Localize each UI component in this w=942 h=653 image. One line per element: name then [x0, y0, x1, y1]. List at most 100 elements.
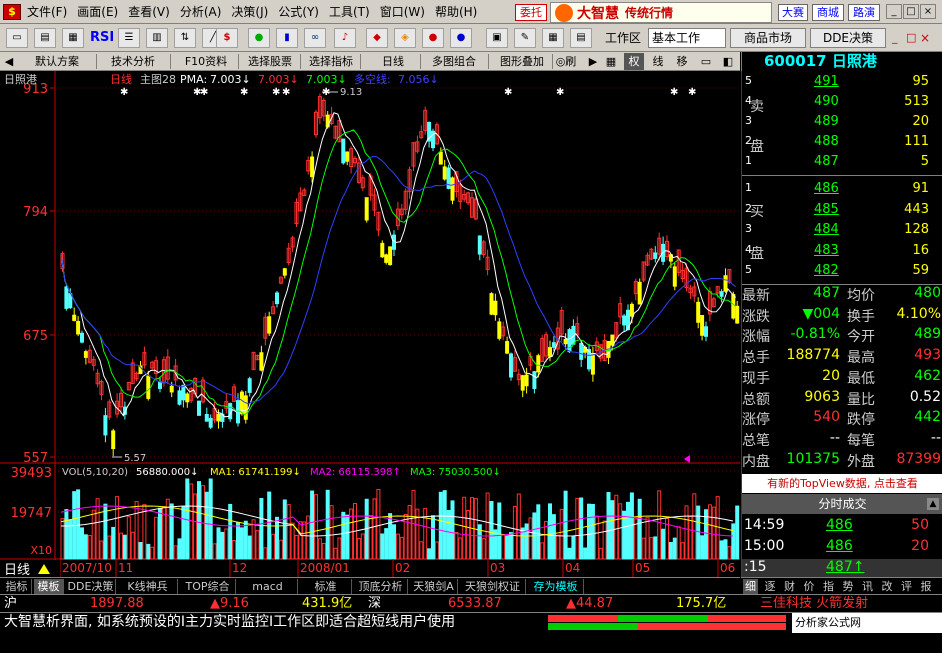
nav-select-indicator[interactable]: 选择指标	[302, 53, 360, 70]
nav-expand-icon[interactable]: ◧	[720, 53, 736, 70]
binoculars-icon[interactable]: ∞	[304, 28, 326, 48]
ticks-scroll-icon[interactable]: ▲	[927, 498, 939, 510]
nav-refresh[interactable]: ◎刷	[552, 53, 580, 70]
detail-tab[interactable]: 报	[919, 579, 934, 594]
rsi-button[interactable]: RSI	[90, 29, 114, 47]
template-tab[interactable]: 天狼剑A	[410, 579, 458, 594]
chart-panel[interactable]: 913 794 675 557 39493 19747 日照港 日线 主图28 PMA: 7.003…	[0, 71, 740, 578]
sub-restore-button[interactable]: □	[906, 29, 916, 47]
buy-row[interactable]: 1 486 91	[742, 181, 942, 201]
template-tab[interactable]: 顶底分析	[354, 579, 408, 594]
buy-row[interactable]: 2 485 443	[742, 202, 942, 222]
menu-window[interactable]: 窗口(W)	[378, 3, 433, 20]
buy-row[interactable]: 5 482 59	[742, 263, 942, 283]
nav-grid-icon[interactable]: ▦	[604, 53, 618, 70]
nav-left-arrow-icon[interactable]: ◀	[2, 53, 16, 70]
topview-link[interactable]: 有新的TopView数据, 点击查看	[742, 474, 942, 493]
open-folder-icon[interactable]: ▭	[6, 28, 28, 48]
dollar-icon[interactable]: $	[216, 28, 238, 48]
nav-select-stock[interactable]: 选择股票	[240, 53, 300, 70]
nav-play-icon[interactable]: ▶	[586, 53, 600, 70]
menu-decision[interactable]: 决策(J)	[229, 3, 276, 20]
minimize-button[interactable]: _	[886, 4, 902, 19]
template-tab[interactable]: 存为模板	[528, 579, 584, 594]
alarm-icon[interactable]: ♪	[334, 28, 356, 48]
volume-bar	[224, 528, 229, 560]
nav-rights[interactable]: 权	[624, 53, 644, 70]
template-tab[interactable]: K线神兵	[118, 579, 178, 594]
candlestick-chart[interactable]: 9137946755573949319747日照港 日线 主图28 PMA: 7.003…	[0, 71, 740, 578]
stop-icon[interactable]: ◆	[366, 28, 388, 48]
market-button[interactable]: 商品市场	[730, 28, 806, 48]
menu-help[interactable]: 帮助(H)	[433, 3, 485, 20]
close-button[interactable]: ×	[920, 4, 936, 19]
dde-button[interactable]: DDE决策	[810, 28, 886, 48]
grid-view-icon[interactable]: ▦	[62, 28, 84, 48]
template-tab[interactable]: macd	[238, 579, 298, 594]
contest-button[interactable]: 大赛	[778, 4, 808, 21]
traffic-light-icon[interactable]: ●	[248, 28, 270, 48]
sub-minimize-button[interactable]: _	[892, 29, 898, 47]
cursor-marker-icon	[684, 455, 690, 463]
nav-tech-analysis[interactable]: 技术分析	[100, 53, 166, 70]
volume-bar	[626, 501, 630, 560]
sell-row[interactable]: 2 488 111	[742, 134, 942, 154]
menu-view[interactable]: 查看(V)	[126, 3, 178, 20]
detail-tab[interactable]: 评	[899, 579, 914, 594]
trade-button[interactable]: 委托	[515, 4, 547, 21]
mall-button[interactable]: 商城	[812, 4, 844, 21]
sort-icon[interactable]: ⇅	[174, 28, 196, 48]
nav-f10[interactable]: F10资料	[174, 53, 238, 70]
detail-tab[interactable]: 指	[821, 579, 836, 594]
buy-row[interactable]: 4 483 16	[742, 243, 942, 263]
template-tab[interactable]: 指标	[2, 579, 32, 594]
detail-tab[interactable]: 价	[802, 579, 817, 594]
menu-tools[interactable]: 工具(T)	[327, 3, 378, 20]
menu-formula[interactable]: 公式(Y)	[276, 3, 327, 20]
template-tab[interactable]: TOP综合	[180, 579, 236, 594]
chart-view-icon[interactable]: ▤	[34, 28, 56, 48]
nav-move[interactable]: 移	[672, 53, 692, 70]
nav-multi-chart[interactable]: 多图组合	[424, 53, 484, 70]
nav-overlay[interactable]: 图形叠加	[492, 53, 552, 70]
menu-view-screen[interactable]: 画面(E)	[75, 3, 126, 20]
template-tab[interactable]: 标准	[300, 579, 352, 594]
sell-row[interactable]: 4 490 513	[742, 94, 942, 114]
print-icon[interactable]: ▣	[486, 28, 508, 48]
detail-tab[interactable]: 细	[743, 579, 758, 594]
nav-line[interactable]: 线	[648, 53, 668, 70]
detail-tab[interactable]: 势	[841, 579, 856, 594]
sell-row[interactable]: 3 489 20	[742, 114, 942, 134]
note-icon[interactable]: ✎	[514, 28, 536, 48]
nav-box-icon[interactable]: ▭	[698, 53, 714, 70]
calendar-icon[interactable]: ▦	[542, 28, 564, 48]
menu-analysis[interactable]: 分析(A)	[178, 3, 230, 20]
menu-file[interactable]: 文件(F)	[25, 3, 75, 20]
sign-icon[interactable]: ●	[422, 28, 444, 48]
workarea-select[interactable]: 基本工作	[648, 28, 726, 48]
volume-bar	[629, 492, 634, 560]
calc-icon[interactable]: ▤	[570, 28, 592, 48]
template-tab[interactable]: 天狼剑权证	[460, 579, 526, 594]
template-tab[interactable]: DDE决策	[66, 579, 116, 594]
detail-tab[interactable]: 改	[880, 579, 895, 594]
volume-bar	[536, 504, 541, 560]
sell-row[interactable]: 5 491 95	[742, 74, 942, 94]
sell-row[interactable]: 1 487 5	[742, 154, 942, 174]
nav-default-scheme[interactable]: 默认方案	[22, 53, 92, 70]
template-tab[interactable]: 模板	[34, 579, 64, 594]
restore-button[interactable]: □	[903, 4, 919, 19]
news-ticker[interactable]: 三佳科技 火箭发射	[760, 595, 868, 612]
list-view-icon[interactable]: ☰	[118, 28, 140, 48]
detail-view-icon[interactable]: ▥	[146, 28, 168, 48]
chart-bars-icon[interactable]: ▮	[276, 28, 298, 48]
detail-tab[interactable]: 财	[782, 579, 797, 594]
roadshow-button[interactable]: 路演	[848, 4, 880, 21]
detail-tab[interactable]: 讯	[860, 579, 875, 594]
detail-tab[interactable]: 逐	[763, 579, 778, 594]
sub-close-button[interactable]: ×	[920, 29, 930, 47]
warning-icon[interactable]: ◈	[394, 28, 416, 48]
buy-row[interactable]: 3 484 128	[742, 222, 942, 242]
nav-daily[interactable]: 日线	[368, 53, 418, 70]
globe-icon[interactable]: ●	[450, 28, 472, 48]
